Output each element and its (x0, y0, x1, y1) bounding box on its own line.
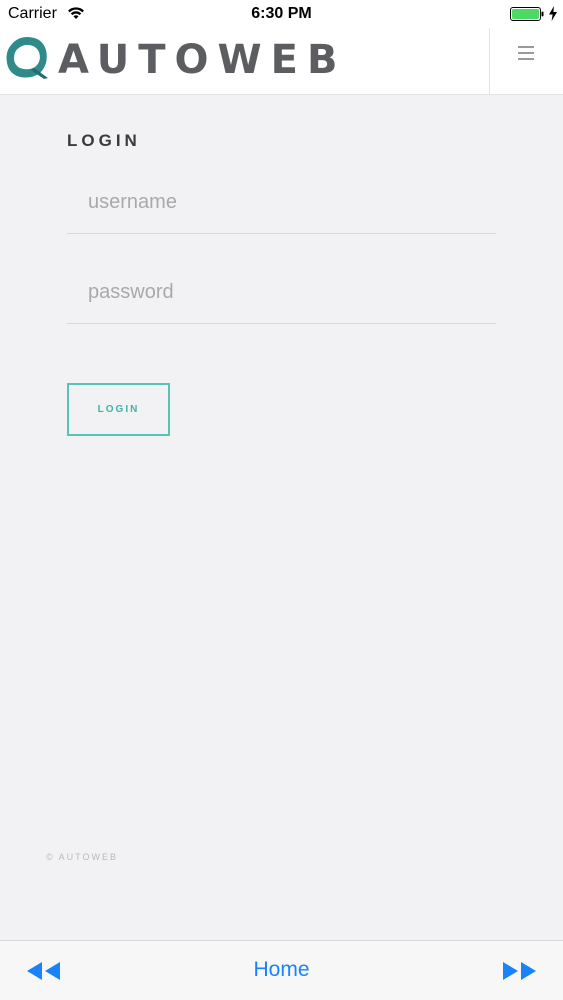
fast-forward-icon[interactable] (497, 955, 541, 987)
clock-time: 6:30 PM (251, 5, 312, 22)
site-header: AUTOWEB (0, 28, 563, 95)
brand-logo-text[interactable]: AUTOWEB (58, 36, 346, 84)
charging-bolt-icon (549, 6, 557, 21)
app-page: Carrier 6:30 PM AUTOWEB LOGIN username L… (0, 0, 563, 1000)
login-button[interactable]: LOGIN (67, 383, 170, 436)
status-bar: Carrier 6:30 PM (0, 0, 563, 28)
copyright-text: © AUTOWEB (46, 852, 118, 862)
hamburger-icon (518, 46, 534, 60)
autoweb-logo-icon[interactable] (4, 34, 50, 80)
home-link: Home (0, 958, 563, 982)
password-field (67, 263, 496, 324)
username-field (67, 173, 496, 234)
home-button[interactable]: Home (253, 958, 309, 981)
username-input[interactable] (67, 173, 496, 231)
battery-icon (510, 7, 544, 21)
password-input[interactable] (67, 263, 496, 321)
login-heading: LOGIN (67, 131, 141, 150)
bottom-toolbar: Home (0, 940, 563, 1000)
menu-button[interactable] (490, 28, 563, 94)
